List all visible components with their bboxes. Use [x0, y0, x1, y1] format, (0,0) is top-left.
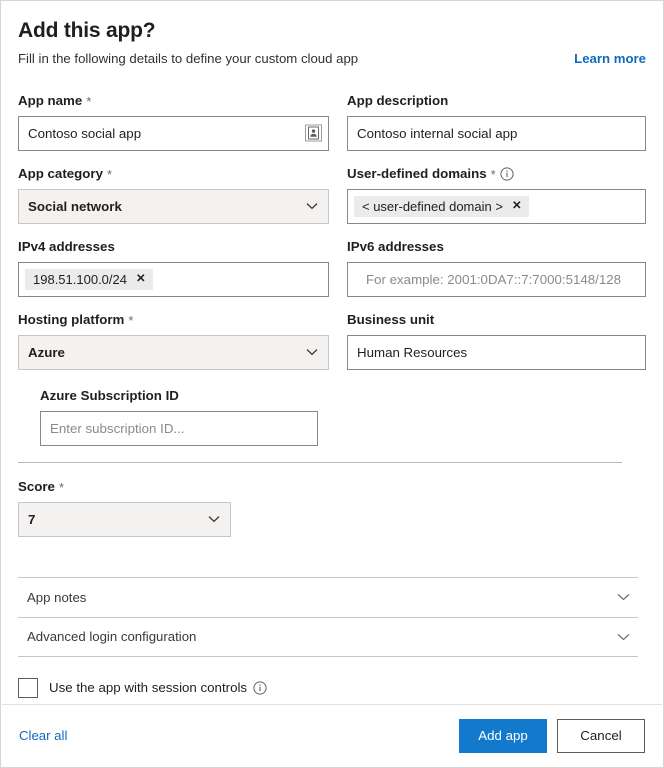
session-controls-label-wrap: Use the app with session controls: [49, 680, 267, 695]
accordion-app-notes[interactable]: App notes: [18, 576, 638, 617]
field-app-category: App category * Social network: [18, 166, 329, 224]
field-hosting-platform: Hosting platform * Azure: [18, 312, 329, 370]
label-text: Score: [18, 478, 55, 494]
field-label-app-category: App category *: [18, 166, 329, 182]
ipv6-addresses-input[interactable]: For example: 2001:0DA7::7:7000:5148/128: [347, 261, 646, 297]
business-unit-input[interactable]: Human Resources: [347, 334, 646, 370]
chevron-down-icon: [208, 515, 220, 523]
app-name-input[interactable]: Contoso social app: [18, 115, 329, 151]
ipv4-addresses-input[interactable]: 198.51.100.0/24 ✕: [18, 261, 329, 297]
chevron-down-icon: [306, 348, 318, 356]
hosting-platform-select[interactable]: Azure: [18, 334, 329, 370]
contact-card-icon[interactable]: [305, 124, 322, 142]
field-azure-subscription-id: Azure Subscription ID Enter subscription…: [40, 388, 318, 446]
field-label-ipv4-addresses: IPv4 addresses: [18, 239, 329, 255]
label-text: App category: [18, 165, 103, 181]
info-icon[interactable]: [253, 681, 267, 695]
required-asterisk: *: [86, 94, 92, 110]
field-label-hosting-platform: Hosting platform *: [18, 312, 329, 328]
info-icon[interactable]: [500, 167, 514, 181]
domain-tag[interactable]: < user-defined domain > ✕: [354, 195, 529, 217]
field-ipv4-addresses: IPv4 addresses 198.51.100.0/24 ✕: [18, 239, 329, 297]
business-unit-value: Human Resources: [357, 344, 468, 360]
add-app-button[interactable]: Add app: [459, 718, 547, 753]
page-title: Add this app?: [18, 19, 156, 42]
page-subtitle: Fill in the following details to define …: [18, 51, 359, 67]
field-label-app-name: App name *: [18, 93, 329, 109]
learn-more-link[interactable]: Learn more: [574, 51, 646, 67]
field-business-unit: Business unit Human Resources: [347, 312, 646, 370]
field-user-defined-domains: User-defined domains * < user-defined do…: [347, 166, 646, 224]
app-name-value: Contoso social app: [28, 125, 142, 141]
score-value: 7: [28, 511, 36, 527]
score-select[interactable]: 7: [18, 501, 231, 537]
session-controls-checkbox[interactable]: [18, 677, 38, 698]
chevron-down-icon: [617, 633, 630, 641]
session-controls-row[interactable]: Use the app with session controls: [18, 677, 646, 698]
ipv4-tag-label: 198.51.100.0/24: [33, 271, 127, 287]
subtitle-row: Fill in the following details to define …: [18, 51, 646, 67]
domain-tag-label: < user-defined domain >: [362, 198, 503, 214]
remove-tag-icon[interactable]: ✕: [512, 200, 522, 213]
field-label-azure-subscription-id: Azure Subscription ID: [40, 388, 318, 404]
add-app-dialog: Add this app? Fill in the following deta…: [0, 0, 664, 768]
label-text: App description: [347, 93, 449, 108]
required-asterisk: *: [106, 167, 113, 183]
dialog-header: Add this app? Fill in the following deta…: [18, 19, 646, 67]
form-grid: App name * Contoso social app App descri…: [18, 93, 646, 385]
app-description-input[interactable]: Contoso internal social app: [347, 115, 646, 151]
label-text: IPv6 addresses: [347, 238, 444, 254]
dialog-body: Add this app? Fill in the following deta…: [1, 1, 663, 698]
field-label-app-description: App description: [347, 93, 646, 109]
required-asterisk: *: [490, 167, 496, 183]
accordion-label: Advanced login configuration: [27, 629, 197, 645]
dialog-footer: Clear all Add app Cancel: [2, 704, 662, 766]
cancel-button[interactable]: Cancel: [557, 718, 645, 753]
label-text: Business unit: [347, 311, 435, 327]
accordion-label: App notes: [27, 589, 87, 605]
accordion-advanced-login-configuration[interactable]: Advanced login configuration: [18, 616, 638, 657]
field-label-score: Score *: [18, 479, 646, 495]
azure-subscription-id-input[interactable]: Enter subscription ID...: [40, 410, 318, 446]
required-asterisk: *: [58, 479, 65, 495]
field-app-description: App description Contoso internal social …: [347, 93, 646, 151]
clear-all-link[interactable]: Clear all: [19, 728, 67, 743]
label-text: Azure Subscription ID: [40, 387, 179, 403]
field-label-ipv6-addresses: IPv6 addresses: [347, 239, 646, 255]
remove-tag-icon[interactable]: ✕: [136, 273, 146, 286]
ipv4-tag[interactable]: 198.51.100.0/24 ✕: [25, 268, 153, 290]
section-divider: [18, 461, 622, 463]
field-label-business-unit: Business unit: [347, 312, 646, 328]
field-score: Score * 7: [18, 479, 646, 537]
session-controls-label: Use the app with session controls: [49, 680, 248, 696]
app-category-select[interactable]: Social network: [18, 188, 329, 224]
field-label-user-defined-domains: User-defined domains *: [347, 166, 646, 182]
ipv6-placeholder: For example: 2001:0DA7::7:7000:5148/128: [366, 271, 622, 287]
azure-subscription-id-placeholder: Enter subscription ID...: [50, 420, 185, 436]
chevron-down-icon: [617, 593, 630, 601]
label-text: User-defined domains: [347, 165, 487, 181]
field-app-name: App name * Contoso social app: [18, 93, 329, 151]
app-category-value: Social network: [28, 198, 122, 214]
label-text: Hosting platform: [18, 311, 125, 327]
label-text: App name: [18, 93, 83, 108]
chevron-down-icon: [306, 202, 318, 210]
hosting-platform-value: Azure: [28, 344, 65, 360]
label-text: IPv4 addresses: [18, 238, 115, 254]
accordion-group: App notes Advanced login configuration: [18, 576, 638, 657]
user-defined-domains-input[interactable]: < user-defined domain > ✕: [347, 188, 646, 224]
field-ipv6-addresses: IPv6 addresses For example: 2001:0DA7::7…: [347, 239, 646, 297]
required-asterisk: *: [128, 313, 134, 329]
app-description-value: Contoso internal social app: [357, 125, 518, 141]
